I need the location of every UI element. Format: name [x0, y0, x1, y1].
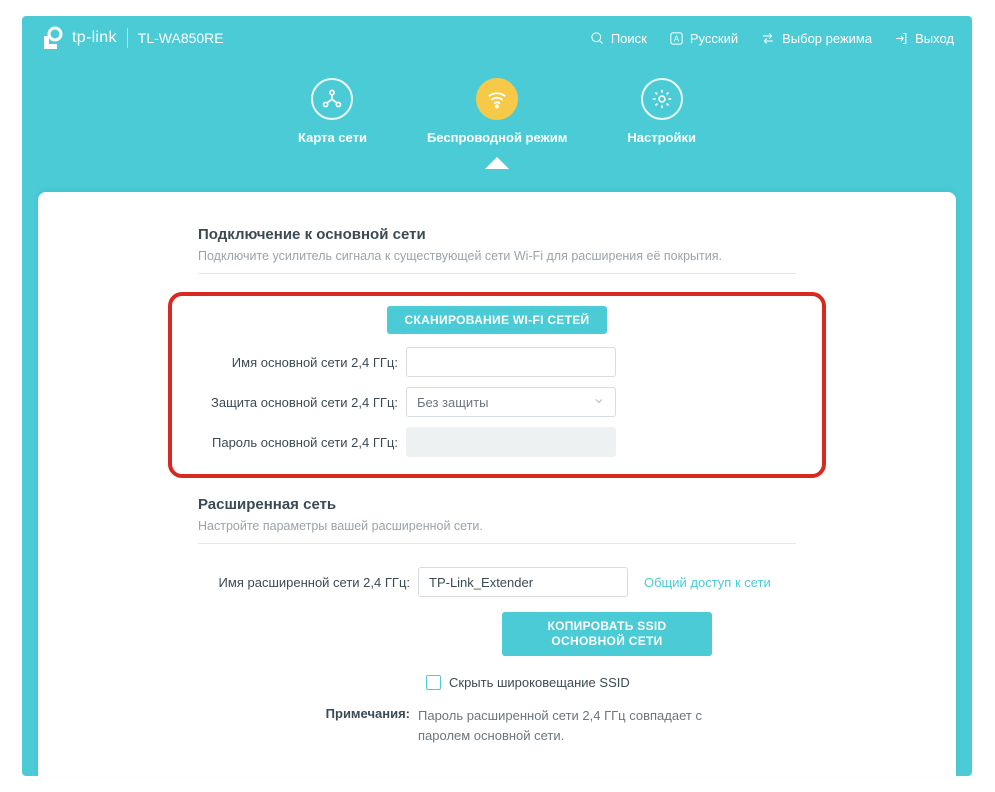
host-security-value: Без защиты	[417, 395, 489, 410]
divider	[198, 273, 796, 274]
svg-text:A: A	[674, 34, 680, 43]
search-icon	[590, 31, 605, 46]
logout-icon	[894, 31, 909, 46]
mode-switch-icon	[760, 31, 776, 46]
host-section-title: Подключение к основной сети	[198, 226, 796, 243]
brand-name: tp-link	[72, 29, 117, 47]
search-link[interactable]: Поиск	[590, 31, 647, 46]
tab-wireless[interactable]: Беспроводной режим	[427, 78, 567, 145]
mode-label: Выбор режима	[782, 31, 872, 46]
gear-icon	[651, 88, 673, 110]
ext-ssid-label: Имя расширенной сети 2,4 ГГц:	[198, 575, 418, 590]
network-share-link[interactable]: Общий доступ к сети	[644, 575, 771, 590]
host-ssid-input[interactable]	[406, 347, 616, 377]
brand-logo: tp-link	[40, 25, 117, 51]
hide-ssid-label: Скрыть широковещание SSID	[449, 675, 630, 690]
tab-network-map[interactable]: Карта сети	[298, 78, 367, 145]
divider	[198, 543, 796, 544]
host-ssid-label: Имя основной сети 2,4 ГГц:	[186, 355, 406, 370]
ext-ssid-input[interactable]	[418, 567, 628, 597]
ext-section-subtitle: Настройте параметры вашей расширенной се…	[198, 519, 796, 533]
mode-link[interactable]: Выбор режима	[760, 31, 872, 46]
search-label: Поиск	[611, 31, 647, 46]
logout-link[interactable]: Выход	[894, 31, 954, 46]
tab-settings[interactable]: Настройки	[627, 78, 696, 145]
tab-label: Беспроводной режим	[427, 130, 567, 145]
top-bar: tp-link TL-WA850RE Поиск A Русский Выбор…	[22, 16, 972, 60]
host-security-label: Защита основной сети 2,4 ГГц:	[186, 395, 406, 410]
language-link[interactable]: A Русский	[669, 31, 738, 46]
network-map-icon	[321, 88, 343, 110]
device-model: TL-WA850RE	[138, 30, 224, 46]
host-security-select[interactable]: Без защиты	[406, 387, 616, 417]
note-label: Примечания:	[198, 706, 418, 745]
host-password-input	[406, 427, 616, 457]
language-label: Русский	[690, 31, 738, 46]
scan-wifi-button[interactable]: СКАНИРОВАНИЕ WI-FI СЕТЕЙ	[387, 306, 608, 334]
note-text: Пароль расширенной сети 2,4 ГГц совпадае…	[418, 706, 728, 745]
copy-ssid-button[interactable]: КОПИРОВАТЬ SSID ОСНОВНОЙ СЕТИ	[502, 612, 712, 656]
tplink-logo-icon	[40, 25, 66, 51]
wifi-icon	[486, 88, 508, 110]
ext-section-title: Расширенная сеть	[198, 496, 796, 513]
content-panel: Подключение к основной сети Подключите у…	[38, 192, 956, 776]
highlight-box: СКАНИРОВАНИЕ WI-FI СЕТЕЙ Имя основной се…	[168, 292, 826, 478]
divider	[127, 28, 128, 48]
host-section-subtitle: Подключите усилитель сигнала к существую…	[198, 249, 796, 263]
language-icon: A	[669, 31, 684, 46]
host-password-label: Пароль основной сети 2,4 ГГц:	[186, 435, 406, 450]
tab-label: Настройки	[627, 130, 696, 145]
tab-label: Карта сети	[298, 130, 367, 145]
chevron-down-icon	[593, 395, 605, 410]
logout-label: Выход	[915, 31, 954, 46]
hide-ssid-checkbox[interactable]	[426, 675, 441, 690]
main-nav: Карта сети Беспроводной режим Настройки	[22, 60, 972, 169]
